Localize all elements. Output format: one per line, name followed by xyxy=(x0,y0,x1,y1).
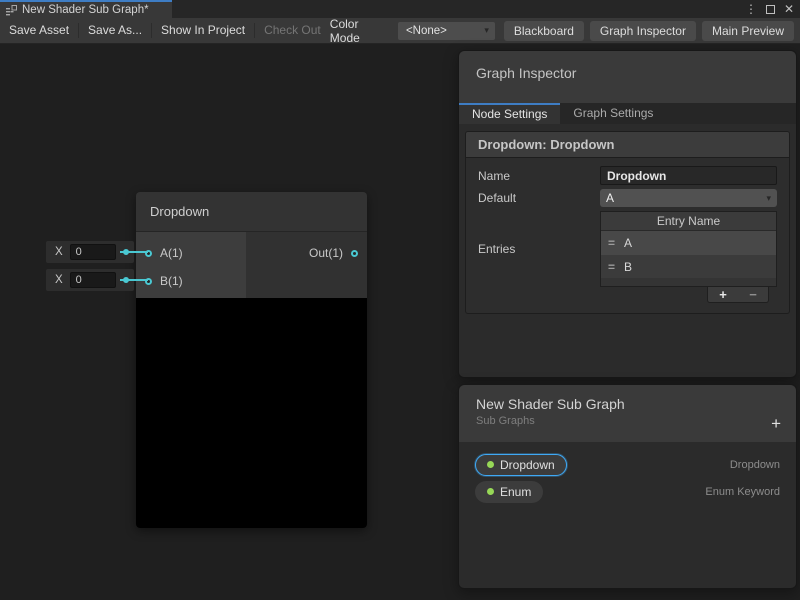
default-row: Default A ▾ xyxy=(478,189,777,207)
dropdown-node[interactable]: Dropdown A(1) B(1) Out(1) xyxy=(136,192,367,528)
tab-graph-settings[interactable]: Graph Settings xyxy=(560,103,666,124)
entries-list: Entry Name = A = B xyxy=(600,211,777,287)
input-a-value-field[interactable] xyxy=(70,244,116,260)
output-port-out[interactable]: Out(1) xyxy=(246,239,367,267)
entries-list-header: Entry Name xyxy=(601,212,776,231)
entries-list-spacer xyxy=(601,278,776,286)
property-type: Dropdown xyxy=(730,459,780,471)
property-type: Enum Keyword xyxy=(705,486,780,498)
property-name: Enum xyxy=(500,485,531,499)
document-tab-title: New Shader Sub Graph* xyxy=(22,4,149,16)
inspector-content: Dropdown: Dropdown Name Default A ▾ Entr… xyxy=(459,124,796,321)
node-preview-area xyxy=(136,298,367,528)
menu-icon[interactable]: ⋮ xyxy=(745,0,757,18)
toolbar-right-group: Color Mode <None> ▾ Blackboard Graph Ins… xyxy=(330,17,800,45)
input-port-b-label: B(1) xyxy=(160,274,183,288)
blackboard-panel: New Shader Sub Graph Sub Graphs + Dropdo… xyxy=(458,384,797,589)
document-tab[interactable]: New Shader Sub Graph* xyxy=(0,0,172,18)
entry-name: A xyxy=(624,236,632,250)
title-bar: New Shader Sub Graph* ⋮ ✕ xyxy=(0,0,800,18)
blackboard-header[interactable]: New Shader Sub Graph Sub Graphs + xyxy=(459,385,796,442)
add-property-button[interactable]: + xyxy=(771,414,781,434)
color-mode-label: Color Mode xyxy=(330,17,390,45)
output-port-label: Out(1) xyxy=(309,246,343,260)
window-controls: ⋮ ✕ xyxy=(745,0,794,18)
dropdown-settings-box: Dropdown: Dropdown Name Default A ▾ Entr… xyxy=(465,131,790,314)
default-dropdown[interactable]: A ▾ xyxy=(600,189,777,207)
node-header[interactable]: Dropdown xyxy=(136,192,367,232)
edge-to-port-a[interactable] xyxy=(120,251,148,253)
property-row-dropdown: Dropdown Dropdown xyxy=(459,451,796,478)
property-pill-enum[interactable]: Enum xyxy=(475,481,543,503)
default-label: Default xyxy=(478,191,600,205)
axis-x-label: X xyxy=(55,246,63,258)
save-as-button[interactable]: Save As... xyxy=(79,18,151,43)
node-title: Dropdown xyxy=(150,204,209,219)
inspector-title: Graph Inspector xyxy=(459,51,796,81)
check-out-button: Check Out xyxy=(255,18,330,43)
entries-footer: + − xyxy=(707,287,769,303)
entries-footer-row: + − xyxy=(478,287,769,303)
property-pill-dropdown[interactable]: Dropdown xyxy=(475,454,567,476)
node-output-ports: Out(1) xyxy=(246,232,367,298)
settings-body: Name Default A ▾ Entries Entry Name xyxy=(466,158,789,313)
node-ports: A(1) B(1) Out(1) xyxy=(136,232,367,298)
show-in-project-button[interactable]: Show In Project xyxy=(152,18,254,43)
inspector-tabs: Node Settings Graph Settings xyxy=(459,103,796,124)
node-input-ports: A(1) B(1) xyxy=(136,232,246,298)
color-mode-value: <None> xyxy=(398,25,484,37)
close-icon[interactable]: ✕ xyxy=(784,0,794,18)
exposed-dot-icon xyxy=(487,488,494,495)
chevron-down-icon: ▾ xyxy=(484,25,489,36)
save-asset-button[interactable]: Save Asset xyxy=(0,18,78,43)
shader-graph-icon xyxy=(6,5,17,16)
name-field[interactable] xyxy=(600,166,777,185)
axis-x-label: X xyxy=(55,274,63,286)
tab-node-settings[interactable]: Node Settings xyxy=(459,103,560,124)
edge-to-port-b[interactable] xyxy=(120,279,148,281)
entry-row-b[interactable]: = B xyxy=(601,255,776,278)
entry-row-a[interactable]: = A xyxy=(601,231,776,255)
input-port-b[interactable]: B(1) xyxy=(136,267,246,295)
property-row-enum: Enum Enum Keyword xyxy=(459,478,796,505)
entry-name: B xyxy=(624,260,632,274)
add-entry-button[interactable]: + xyxy=(708,287,738,302)
graph-inspector-toggle-button[interactable]: Graph Inspector xyxy=(590,21,696,41)
inspector-header[interactable]: Graph Inspector xyxy=(459,51,796,103)
property-name: Dropdown xyxy=(500,458,555,472)
port-circle-icon[interactable] xyxy=(351,250,358,257)
input-port-a-label: A(1) xyxy=(160,246,183,260)
drag-handle-icon[interactable]: = xyxy=(608,260,615,274)
graph-inspector-panel: Graph Inspector Node Settings Graph Sett… xyxy=(458,50,797,378)
chevron-down-icon: ▾ xyxy=(766,193,771,204)
drag-handle-icon[interactable]: = xyxy=(608,236,615,250)
blackboard-title: New Shader Sub Graph xyxy=(459,385,796,412)
remove-entry-button[interactable]: − xyxy=(738,287,768,302)
blackboard-body: Dropdown Dropdown Enum Enum Keyword xyxy=(459,442,796,505)
name-label: Name xyxy=(478,169,600,183)
color-mode-dropdown[interactable]: <None> ▾ xyxy=(398,22,495,40)
default-dropdown-value: A xyxy=(600,191,766,205)
name-row: Name xyxy=(478,166,777,185)
main-preview-toggle-button[interactable]: Main Preview xyxy=(702,21,794,41)
input-b-value-field[interactable] xyxy=(70,272,116,288)
graph-toolbar: Save Asset Save As... Show In Project Ch… xyxy=(0,18,800,44)
settings-section-title: Dropdown: Dropdown xyxy=(466,132,789,158)
entries-row: Entries Entry Name = A = B xyxy=(478,211,777,287)
exposed-dot-icon xyxy=(487,461,494,468)
maximize-icon[interactable] xyxy=(766,5,775,14)
blackboard-subtitle: Sub Graphs xyxy=(459,415,796,427)
entries-label: Entries xyxy=(478,242,600,256)
blackboard-toggle-button[interactable]: Blackboard xyxy=(504,21,584,41)
input-port-a[interactable]: A(1) xyxy=(136,239,246,267)
